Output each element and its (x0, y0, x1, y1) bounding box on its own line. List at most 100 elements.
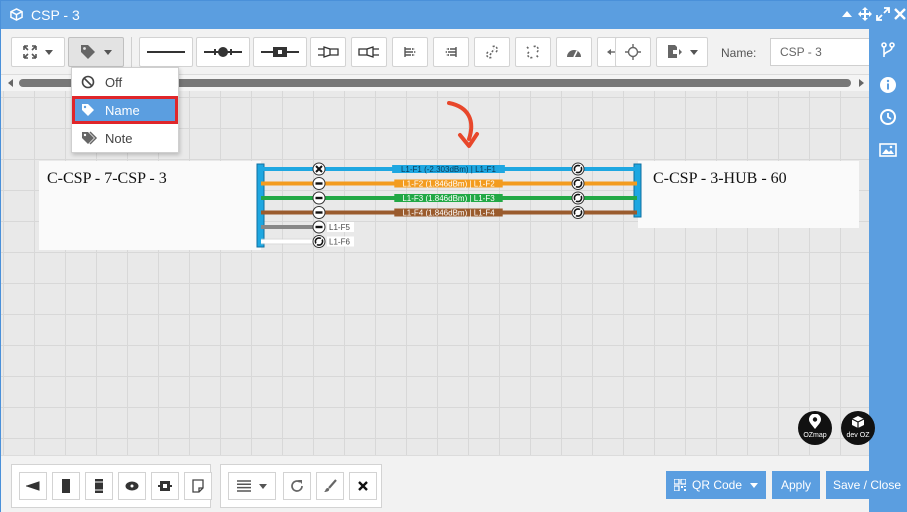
info-icon[interactable] (879, 76, 897, 94)
branch-icon[interactable] (879, 42, 897, 60)
note-icon (192, 479, 204, 493)
window-title: CSP - 3 (31, 7, 80, 23)
connector-in-button[interactable] (310, 37, 346, 67)
paintbrush-icon (324, 479, 337, 492)
eye-shape-icon (125, 481, 139, 491)
devoz-logo: dev OZ (841, 411, 875, 445)
bottom-toolbar: QR Code Apply Save / Close (1, 455, 907, 512)
splice-box-button[interactable] (151, 472, 179, 500)
qr-code-icon (673, 479, 686, 491)
chevron-down-icon (690, 49, 698, 55)
fiber-right-connector[interactable] (571, 162, 585, 176)
crosshair-icon (625, 44, 641, 60)
qr-code-dropdown-button[interactable]: QR Code (666, 471, 766, 499)
power-meter-button[interactable] (556, 37, 592, 67)
fiber-right-connector[interactable] (571, 206, 585, 219)
fiber-left-connector[interactable] (312, 220, 326, 234)
fiber-right-connector[interactable] (571, 191, 585, 205)
fiber-left-connector[interactable] (312, 177, 326, 190)
box-tall-icon (62, 479, 70, 493)
box-striped-button[interactable] (85, 472, 113, 500)
paint-button[interactable] (316, 472, 344, 500)
apply-button[interactable]: Apply (772, 471, 820, 499)
app-window: CSP - 3 Name: CSP - 3 C-CSP - 7-CSP - 3 … (0, 0, 907, 512)
fiber-left-connector[interactable] (312, 191, 326, 205)
triangle-connector-icon (26, 481, 40, 491)
expand-dropdown-button[interactable] (11, 37, 65, 67)
left-port-bar[interactable] (256, 163, 265, 248)
chevron-down-icon (750, 482, 759, 488)
menu-item-label: Name (105, 102, 140, 118)
ozmap-logo: OZmap (798, 411, 832, 445)
box-striped-icon (95, 479, 103, 493)
splitter-right-button[interactable] (392, 37, 428, 67)
fiber-label: L1-F5 (329, 223, 350, 232)
menu-item-note[interactable]: Note (72, 124, 178, 152)
scroll-left-icon[interactable] (8, 79, 13, 87)
export-icon (668, 45, 682, 58)
edit-tools-group (220, 464, 382, 508)
save-close-button[interactable]: Save / Close (826, 471, 907, 499)
note-button[interactable] (184, 472, 212, 500)
connector-left-icon (358, 46, 379, 58)
menu-item-name[interactable]: Name (72, 96, 178, 124)
box-tall-button[interactable] (52, 472, 80, 500)
link-icon (486, 45, 498, 59)
line-icon (147, 51, 185, 53)
fiber-label: L1-F1 (-2.303dBm) | L1-F1 (401, 165, 497, 174)
name-label: Name: (721, 46, 757, 60)
right-port-bar[interactable] (633, 163, 642, 218)
title-bar: CSP - 3 (1, 1, 907, 29)
fiber-left-connector[interactable] (312, 162, 326, 176)
line-fusion-button[interactable] (196, 37, 250, 67)
export-dropdown-button[interactable] (656, 37, 708, 67)
fiber-label: L1-F6 (329, 238, 350, 247)
delete-button[interactable] (349, 472, 377, 500)
fiber-left-connector[interactable] (312, 206, 326, 219)
connector-line-icon (261, 47, 299, 57)
unlink-button[interactable] (515, 37, 551, 67)
label-mode-dropdown-button[interactable] (68, 37, 124, 67)
cube-icon (851, 416, 865, 428)
scroll-right-icon[interactable] (859, 79, 864, 87)
fiber-left-connector[interactable] (312, 235, 326, 248)
maximize-icon[interactable] (875, 6, 891, 22)
shape-tools-group (11, 464, 212, 508)
eye-shape-button[interactable] (118, 472, 146, 500)
unlink-icon (526, 45, 539, 59)
map-pin-icon (809, 413, 821, 429)
qr-code-label: QR Code (691, 478, 743, 492)
menu-item-off[interactable]: Off (72, 68, 178, 96)
center-view-button[interactable] (615, 37, 651, 67)
splitter-left-button[interactable] (433, 37, 469, 67)
list-icon (237, 480, 251, 492)
tags-icon (82, 131, 98, 145)
name-input[interactable] (770, 38, 870, 66)
cube-icon (10, 8, 23, 21)
line-connector-button[interactable] (253, 37, 307, 67)
collapse-icon[interactable] (839, 6, 855, 22)
refresh-button[interactable] (283, 472, 311, 500)
chevron-down-icon (104, 49, 112, 55)
close-icon[interactable] (892, 6, 907, 22)
link-button[interactable] (474, 37, 510, 67)
line-plain-button[interactable] (139, 37, 193, 67)
connector-right-icon (318, 46, 339, 58)
connector-out-button[interactable] (351, 37, 387, 67)
expand-arrows-icon (23, 45, 37, 59)
move-icon[interactable] (857, 6, 873, 22)
align-dropdown-button[interactable] (228, 472, 276, 500)
fiber-right-connector[interactable] (571, 177, 585, 190)
ban-icon (81, 75, 95, 89)
splitter-left-icon (445, 47, 457, 57)
label-mode-menu: Off Name Note (71, 67, 179, 153)
close-icon (358, 481, 368, 491)
gauge-icon (567, 50, 581, 58)
fiber-label: L1-F3 (1.846dBm) | L1-F3 (402, 194, 495, 203)
history-icon[interactable] (879, 108, 897, 126)
image-icon[interactable] (879, 141, 897, 159)
triangle-connector-button[interactable] (19, 472, 47, 500)
refresh-icon (291, 480, 303, 492)
chevron-down-icon (259, 483, 267, 489)
tag-icon (81, 45, 95, 59)
